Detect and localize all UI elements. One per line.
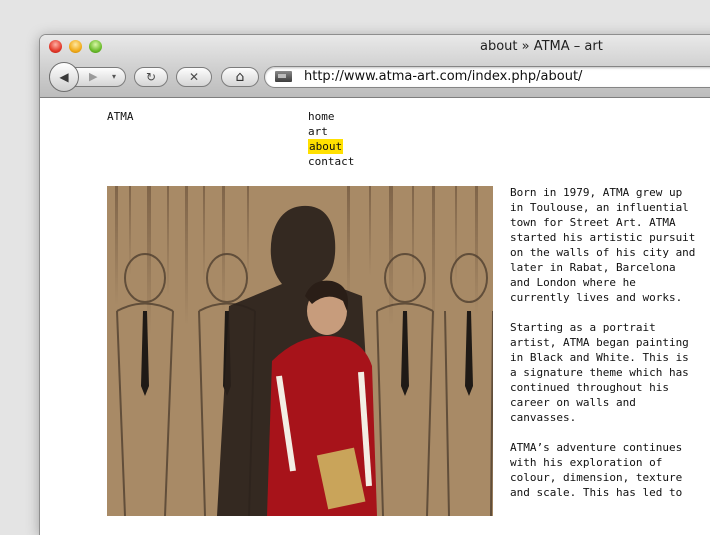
browser-toolbar: about » ATMA – art ◀ ▶ ▾ ↻ ✕ ⌂ http://ww… [40,35,710,98]
minimize-window-button[interactable] [69,40,82,53]
address-bar[interactable]: http://www.atma-art.com/index.php/about/ [264,66,710,88]
zoom-window-button[interactable] [89,40,102,53]
home-icon: ⌂ [235,69,245,85]
reload-icon: ↻ [145,70,157,84]
close-window-button[interactable] [49,40,62,53]
window-title: about » ATMA – art [480,39,603,54]
bio-paragraph: Starting as a portrait artist, ATMA bega… [510,321,689,424]
url-text[interactable]: http://www.atma-art.com/index.php/about/ [304,69,582,84]
history-dropdown-icon[interactable]: ▾ [112,72,116,81]
site-logo[interactable]: ATMA [107,109,134,124]
bio-paragraph: Born in 1979, ATMA grew up in Toulouse, … [510,186,696,304]
home-button[interactable]: ⌂ [221,67,259,87]
site-navigation: home art about contact [308,109,354,169]
artist-photo-illustration [107,186,493,516]
nav-link-art[interactable]: art [308,125,328,138]
site-favicon-icon [275,71,292,82]
forward-button[interactable]: ▶ [89,70,97,83]
back-arrow-icon: ◀ [59,70,69,84]
nav-link-about[interactable]: about [308,139,344,154]
nav-link-contact[interactable]: contact [308,155,354,168]
artist-bio: Born in 1979, ATMA grew up in Toulouse, … [510,185,710,515]
bio-paragraph: ATMA’s adventure continues with his expl… [510,441,683,499]
stop-button[interactable]: ✕ [176,67,212,87]
back-button[interactable]: ◀ [49,62,79,92]
page-content: ATMA home art about contact Born in 1979… [40,98,710,535]
artist-photo [107,186,493,516]
stop-icon: ✕ [188,70,200,84]
browser-window: about » ATMA – art ◀ ▶ ▾ ↻ ✕ ⌂ http://ww… [40,35,710,535]
reload-button[interactable]: ↻ [134,67,168,87]
nav-link-home[interactable]: home [308,110,335,123]
